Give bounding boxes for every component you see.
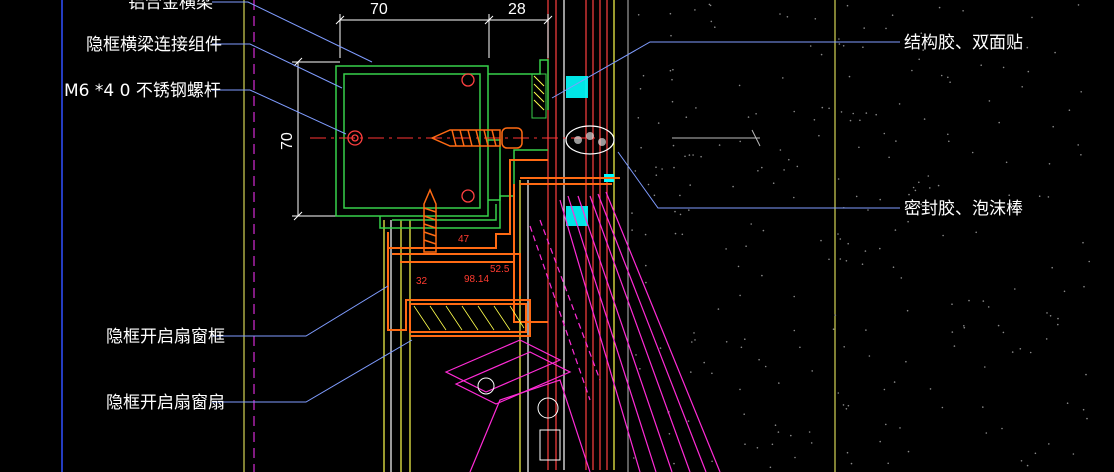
dim-top-right: 28 xyxy=(508,1,526,18)
wall-dot-pattern xyxy=(631,3,1090,469)
vertical-screw xyxy=(423,188,437,253)
aluminum-beam-profile xyxy=(335,59,549,229)
label-aluminum-beam: 铝合金横梁 xyxy=(128,0,213,13)
label-bolt: M6 *4 0 不锈钢螺杆 xyxy=(64,81,221,101)
sash-insulation-hatch xyxy=(413,305,525,331)
dim-small-b: 98.14 xyxy=(464,274,489,285)
label-sealant: 密封胶、泡沫棒 xyxy=(904,199,1023,219)
label-beam-connector: 隐框横梁连接组件 xyxy=(86,35,222,55)
label-structural-glue: 结构胶、双面贴 xyxy=(904,33,1023,53)
dim-top-left: 70 xyxy=(370,1,388,18)
top-dimension xyxy=(335,14,553,58)
label-sash-frame: 隐框开启扇窗框 xyxy=(106,327,225,347)
label-sash: 隐框开启扇窗扇 xyxy=(106,393,225,413)
left-dimension xyxy=(292,57,340,221)
dim-small-a: 32 xyxy=(416,276,428,287)
dim-small-c: 52.5 xyxy=(490,264,510,275)
dim-small-d: 47 xyxy=(458,234,470,245)
curtain-wall-detail-drawing: 70 28 70 32 98.14 52.5 47 铝合金横梁 隐框横梁连接组件… xyxy=(61,0,1090,472)
dim-vertical: 70 xyxy=(279,132,296,150)
